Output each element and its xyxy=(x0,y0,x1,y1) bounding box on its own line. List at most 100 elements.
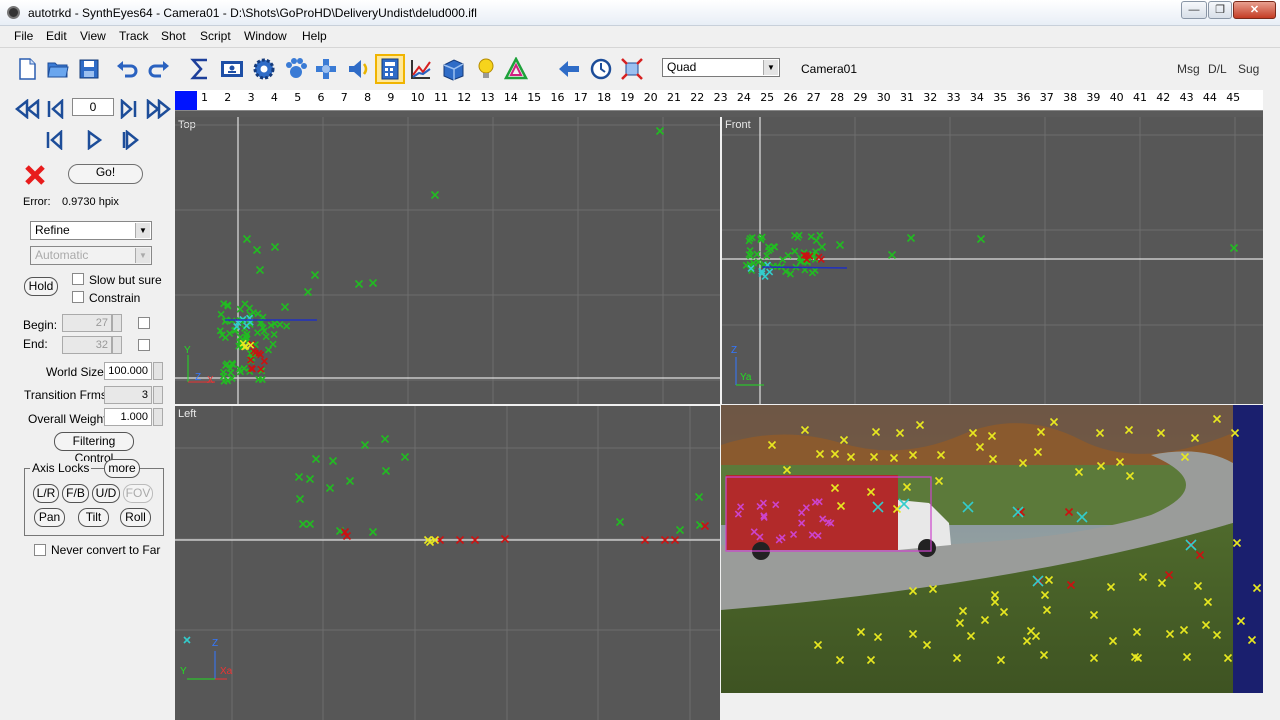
menu-window[interactable]: Window xyxy=(244,29,287,43)
ud-lock-button[interactable]: U/D xyxy=(92,484,120,503)
transition-frames-field[interactable]: 3 xyxy=(104,386,152,404)
tracker-marker[interactable] xyxy=(303,287,313,297)
menu-track[interactable]: Track xyxy=(119,29,149,43)
transition-frames-spinner[interactable] xyxy=(153,386,163,404)
lr-lock-button[interactable]: L/R xyxy=(33,484,59,503)
tracker-marker[interactable] xyxy=(262,333,270,341)
go-button[interactable]: Go! xyxy=(68,164,143,184)
left-view-canvas[interactable] xyxy=(175,406,720,720)
tracker-marker[interactable] xyxy=(325,483,335,493)
tracker-marker[interactable] xyxy=(380,434,390,444)
tracker-marker[interactable] xyxy=(808,269,816,277)
tracker-marker[interactable] xyxy=(345,476,355,486)
tracker-marker[interactable] xyxy=(253,329,262,337)
calculator-icon[interactable] xyxy=(375,54,405,84)
play-icon[interactable] xyxy=(84,129,104,153)
redo-icon[interactable] xyxy=(147,57,171,81)
maximize-button[interactable]: ❐ xyxy=(1208,1,1232,19)
current-frame-marker[interactable] xyxy=(175,91,197,110)
gear-icon[interactable] xyxy=(252,57,276,81)
end-checkbox[interactable] xyxy=(138,339,150,351)
tracker-marker[interactable] xyxy=(259,313,267,321)
tracker-marker[interactable] xyxy=(252,245,262,255)
tracker-marker[interactable] xyxy=(700,521,710,531)
fov-lock-button[interactable]: FOV xyxy=(123,484,153,503)
tracker-marker[interactable] xyxy=(615,517,625,527)
menu-file[interactable]: File xyxy=(14,29,33,43)
tracker-marker[interactable] xyxy=(269,340,277,348)
tracker-marker[interactable] xyxy=(906,233,916,243)
fit-icon[interactable] xyxy=(620,57,644,81)
tracker-marker[interactable] xyxy=(310,270,320,280)
tracker-marker[interactable] xyxy=(228,317,236,325)
menu-edit[interactable]: Edit xyxy=(46,29,67,43)
hold-button[interactable]: Hold xyxy=(24,277,58,296)
tracker-marker[interactable] xyxy=(835,240,845,250)
tracker-marker[interactable] xyxy=(976,234,986,244)
end-spinner[interactable] xyxy=(112,336,122,354)
tracker-marker[interactable] xyxy=(368,278,378,288)
tracker-marker[interactable] xyxy=(368,527,378,537)
front-view-canvas[interactable] xyxy=(722,117,1263,404)
overall-weight-field[interactable]: 1.000 xyxy=(104,408,152,426)
menu-shot[interactable]: Shot xyxy=(161,29,186,43)
tracker-marker[interactable] xyxy=(255,265,265,275)
never-convert-checkbox[interactable] xyxy=(34,544,46,556)
fb-lock-button[interactable]: F/B xyxy=(62,484,89,503)
tracker-marker[interactable] xyxy=(816,231,824,239)
triangle-icon[interactable] xyxy=(504,57,528,81)
pan-lock-button[interactable]: Pan xyxy=(34,508,65,527)
automatic-select[interactable]: Automatic ▼ xyxy=(30,246,152,265)
tracker-marker[interactable] xyxy=(694,492,704,502)
tracker-marker[interactable] xyxy=(270,242,280,252)
open-folder-icon[interactable] xyxy=(46,57,70,81)
new-file-icon[interactable] xyxy=(15,57,39,81)
tracker-marker[interactable] xyxy=(294,472,304,482)
world-size-field[interactable]: 100.000 xyxy=(104,362,152,380)
overall-weight-spinner[interactable] xyxy=(153,408,163,426)
sound-icon[interactable] xyxy=(346,57,370,81)
tracker-marker[interactable] xyxy=(217,310,225,318)
next-frame-icon[interactable] xyxy=(120,129,140,153)
tracker-marker[interactable] xyxy=(779,256,787,264)
front-viewport[interactable]: Front Z Ya xyxy=(722,117,1263,404)
move-icon[interactable] xyxy=(314,57,338,81)
tracker-marker[interactable] xyxy=(305,519,315,529)
tracker-marker[interactable] xyxy=(295,494,305,504)
frame-number-field[interactable]: 0 xyxy=(72,98,114,116)
tilt-lock-button[interactable]: Tilt xyxy=(78,508,109,527)
tracker-marker[interactable] xyxy=(675,525,685,535)
cube-icon[interactable] xyxy=(441,57,465,81)
tracker-marker[interactable] xyxy=(784,251,792,259)
id-card-icon[interactable] xyxy=(220,57,244,81)
tracker-marker[interactable] xyxy=(280,302,290,312)
tracker-marker[interactable] xyxy=(255,375,263,384)
clear-x-icon[interactable] xyxy=(24,164,46,189)
top-view-canvas[interactable] xyxy=(175,117,720,404)
tracker-marker[interactable] xyxy=(360,440,370,450)
world-size-spinner[interactable] xyxy=(153,362,163,380)
close-button[interactable]: ✕ xyxy=(1233,1,1276,19)
tracker-marker[interactable] xyxy=(430,190,440,200)
tracker-marker[interactable] xyxy=(887,250,897,260)
sigma-icon[interactable] xyxy=(188,57,212,81)
dl-button[interactable]: D/L xyxy=(1208,62,1227,76)
top-viewport[interactable]: Top Y Z X xyxy=(175,117,720,404)
tracker-marker[interactable] xyxy=(220,377,228,385)
more-button[interactable]: more xyxy=(104,459,140,478)
tracker-marker[interactable] xyxy=(655,126,665,136)
prev-key-icon[interactable] xyxy=(45,98,65,122)
graph-icon[interactable] xyxy=(409,57,433,81)
rewind-start-icon[interactable] xyxy=(14,98,40,122)
tracker-marker[interactable] xyxy=(381,466,391,476)
tracker-marker[interactable] xyxy=(305,474,315,484)
menu-help[interactable]: Help xyxy=(302,29,327,43)
clock-icon[interactable] xyxy=(589,57,613,81)
msg-button[interactable]: Msg xyxy=(1177,62,1200,76)
undo-icon[interactable] xyxy=(115,57,139,81)
minimize-button[interactable]: — xyxy=(1181,1,1207,19)
tracker-marker[interactable] xyxy=(354,279,364,289)
tracker-marker[interactable] xyxy=(817,242,827,252)
next-key-icon[interactable] xyxy=(119,98,139,122)
filtering-control-button[interactable]: Filtering Control xyxy=(54,432,134,465)
